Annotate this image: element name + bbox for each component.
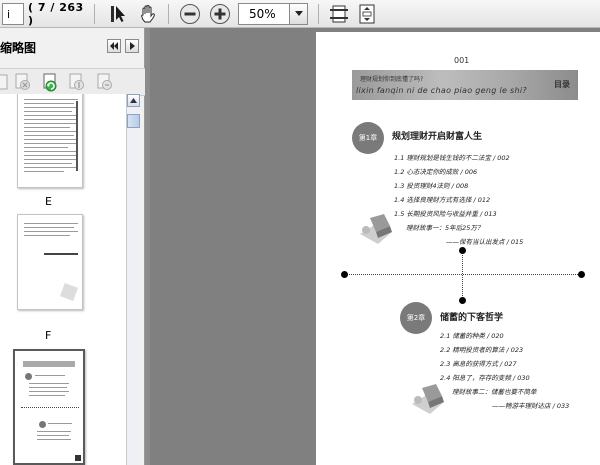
thumbnail-scrollbar[interactable]: [126, 94, 140, 465]
sidebar-toolbar: [0, 68, 145, 96]
chevron-right-icon: [130, 42, 135, 50]
contents-banner: 理财规划你到底懂了吗? lixin fanqin ni de chao piao…: [352, 70, 578, 100]
toc-story-subtitle: ——保有当认出发点 / 015: [446, 238, 524, 246]
document-page: 001 理财规划你到底懂了吗? lixin fanqin ni de chao …: [316, 32, 600, 465]
chapter-2-title: 储蓄的下客哲学: [440, 313, 504, 323]
zoom-out-icon: [180, 4, 200, 24]
thumbnail-sidebar: 缩略图 E F: [0, 28, 145, 465]
chevron-up-icon: [130, 98, 137, 103]
fit-width-icon: [330, 5, 348, 23]
toc-item[interactable]: 1.4 选择良理财方式有选择 / 012: [394, 194, 490, 204]
fit-page-icon: [359, 4, 375, 24]
extract-page-icon: [69, 73, 84, 90]
double-chevron-left-icon: [110, 42, 118, 50]
toolbar-divider: [94, 4, 95, 24]
chapter-1-title: 规划理财开启财富人生: [392, 132, 483, 142]
divider-dot: [459, 247, 466, 254]
toc-story[interactable]: 理财故事二：储蓄也要不简单: [452, 386, 537, 396]
toc-item[interactable]: 2.4 阳息了，存存的变频 / 030: [440, 372, 530, 382]
fit-page-button[interactable]: [356, 3, 378, 25]
toc-story-subtitle: ——畅游丰理财达店 / 033: [492, 402, 570, 410]
sidebar-title: 缩略图: [0, 41, 37, 55]
rotate-page-button[interactable]: [40, 73, 58, 92]
sidebar-options-button[interactable]: [125, 39, 139, 53]
thumbnail-label-f: F: [45, 329, 52, 342]
page-count-label: ( 7 / 263 ): [28, 1, 84, 27]
delete-page-icon: [15, 73, 30, 90]
chevron-down-icon: [294, 11, 303, 16]
rotate-page-icon: [43, 73, 57, 92]
decorative-illustration: [360, 214, 392, 244]
divider-dot: [578, 271, 585, 278]
thumbnail-list[interactable]: E F: [0, 94, 126, 465]
toolbar: i ( 7 / 263 ) 50%: [0, 0, 600, 28]
page-number: 001: [454, 56, 470, 65]
zoom-out-button[interactable]: [178, 3, 202, 25]
toc-item[interactable]: 2.3 高息的获得方式 / 027: [440, 358, 517, 368]
scroll-up-button[interactable]: [127, 94, 140, 107]
page-thumbnail-current[interactable]: [13, 349, 85, 465]
select-arrow-icon: [111, 6, 125, 22]
sidebar-header: 缩略图: [0, 28, 145, 64]
toc-story[interactable]: 理财故事一：5年后25万？: [406, 222, 483, 232]
banner-pinyin: lixin fanqin ni de chao piao geng le shi…: [356, 86, 527, 95]
toc-item[interactable]: 1.2 心态决定你的成败 / 006: [394, 166, 477, 176]
divider-dot: [341, 271, 348, 278]
toc-item[interactable]: 1.1 理财规划是钱生钱的不二法宝 / 002: [394, 152, 510, 162]
thumbnail-label-e: E: [45, 195, 52, 208]
extract-page-button[interactable]: [68, 73, 86, 91]
print-page-icon: [97, 73, 112, 90]
fit-width-button[interactable]: [328, 3, 350, 25]
toc-item[interactable]: 1.5 长期投资风险与收益并重 / 013: [394, 208, 497, 218]
page-icon: [0, 74, 8, 90]
chapter-1-badge: 第1章: [352, 122, 384, 154]
banner-heading: 理财规划你到底懂了吗?: [360, 76, 424, 83]
page-number-input[interactable]: i: [2, 3, 24, 25]
scrollbar-thumb[interactable]: [127, 114, 140, 128]
zoom-level-input[interactable]: 50%: [238, 3, 290, 25]
section-divider: [344, 274, 582, 275]
toolbar-divider: [318, 4, 319, 24]
toc-item[interactable]: 2.1 储蓄的种类 / 020: [440, 330, 504, 340]
document-viewer[interactable]: 001 理财规划你到底懂了吗? lixin fanqin ni de chao …: [150, 28, 600, 465]
toc-item[interactable]: 2.2 精明投资者的算法 / 023: [440, 344, 523, 354]
sidebar-collapse-button[interactable]: [107, 39, 121, 53]
print-page-button[interactable]: [96, 73, 114, 91]
page-tool-button[interactable]: [0, 73, 12, 91]
page-thumbnail-f[interactable]: [17, 214, 83, 310]
contents-badge: 目录: [554, 80, 570, 89]
section-divider-vertical: [462, 250, 463, 300]
zoom-in-icon: [210, 4, 230, 24]
zoom-in-button[interactable]: [208, 3, 232, 25]
delete-page-button[interactable]: [14, 73, 32, 91]
chapter-2-badge: 第2章: [400, 302, 432, 334]
toolbar-divider: [168, 4, 169, 24]
decorative-illustration: [412, 384, 444, 414]
page-thumbnail-e[interactable]: [17, 94, 83, 188]
hand-tool-button[interactable]: [136, 3, 160, 25]
zoom-dropdown-button[interactable]: [290, 3, 308, 25]
hand-icon: [141, 4, 155, 23]
divider-dot: [459, 297, 466, 304]
select-tool-button[interactable]: [108, 3, 130, 25]
toc-item[interactable]: 1.3 投资理财4法则 / 008: [394, 180, 468, 190]
